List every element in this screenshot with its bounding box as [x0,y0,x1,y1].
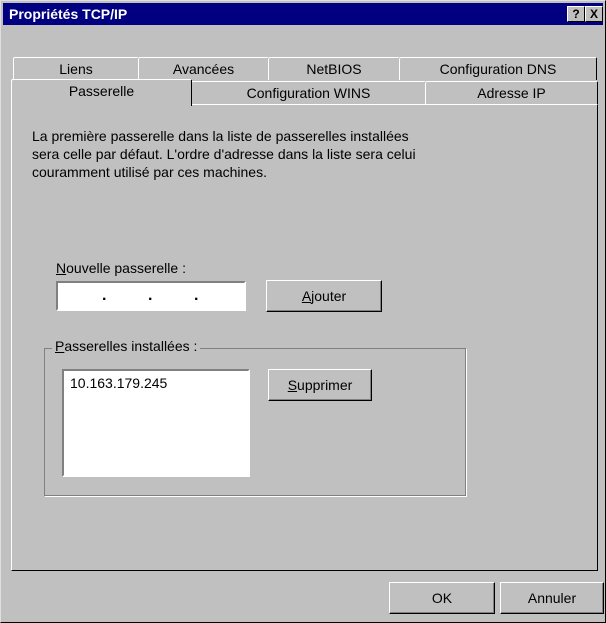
installed-gateways-list[interactable]: 10.163.179.245 [62,369,250,477]
gateway-description: La première passerelle dans la liste de … [32,127,552,181]
remove-button[interactable]: Supprimer [268,369,372,401]
cancel-button[interactable]: Annuler [500,582,604,614]
description-line: sera celle par défaut. L'ordre d'adresse… [32,146,416,162]
title-bar: Propriétés TCP/IP ? X [3,3,603,25]
list-item[interactable]: 10.163.179.245 [70,375,167,391]
help-button[interactable]: ? [567,6,585,22]
label-accelerator: N [56,260,67,276]
label-text: ouvelle passerelle : [66,260,186,276]
tcpip-properties-dialog: Propriétés TCP/IP ? X Liens Avancées Net… [0,0,606,623]
add-accelerator: A [301,288,312,304]
ok-button[interactable]: OK [389,582,495,614]
legend-accelerator: P [55,338,65,354]
add-button[interactable]: Ajouter [266,280,382,312]
new-gateway-ip-input[interactable]: . . . [56,281,246,311]
description-line: La première passerelle dans la liste de … [32,128,409,144]
ip-separator-dot: . [148,287,153,304]
ip-separator-dot: . [194,287,199,304]
ip-separator-dot: . [102,287,107,304]
close-button[interactable]: X [585,6,603,22]
tab-adresse-ip[interactable]: Adresse IP [425,81,598,104]
tab-passerelle[interactable]: Passerelle [11,79,192,106]
new-gateway-label: Nouvelle passerelle : [56,260,186,276]
tab-liens[interactable]: Liens [13,57,139,80]
installed-gateways-legend: Passerelles installées : [52,338,201,354]
add-label: jouter [311,288,347,304]
description-line: couramment utilisé par ces machines. [32,164,267,180]
gateway-panel: La première passerelle dans la liste de … [11,104,598,571]
tab-avancees[interactable]: Avancées [138,57,269,80]
remove-label: upprimer [297,377,353,393]
tab-configuration-wins[interactable]: Configuration WINS [191,81,426,104]
window-title: Propriétés TCP/IP [9,6,128,22]
remove-accelerator: S [287,377,298,393]
tab-configuration-dns[interactable]: Configuration DNS [399,57,597,80]
tab-netbios[interactable]: NetBIOS [268,57,400,80]
legend-text: asserelles installées : [64,338,198,354]
